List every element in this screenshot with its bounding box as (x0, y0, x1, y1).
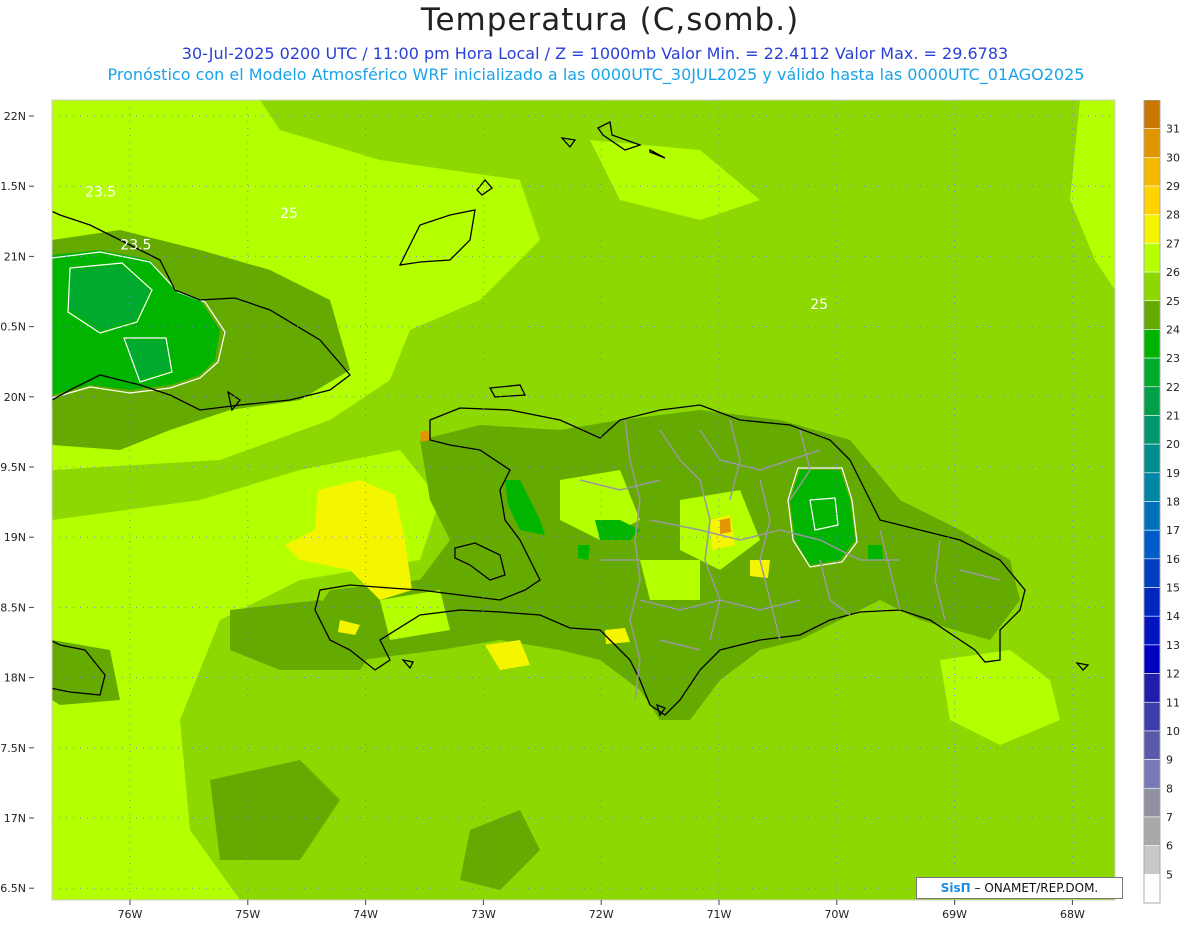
colorbar-boxes (1143, 100, 1161, 904)
colorbar-label: 16 (1166, 553, 1180, 566)
lon-tick-label: 71W (707, 908, 732, 921)
colorbar-label: 13 (1166, 639, 1180, 652)
colorbar-swatch (1143, 673, 1161, 703)
lat-tick-label: 0.5N (0, 321, 26, 334)
lon-tick-label: 68W (1060, 908, 1085, 921)
temperature-map: 23.5 25 23.5 25 22N 1.5N 21N 0.5N 20N 9.5N 19N 8.5… (0, 99, 1116, 921)
colorbar-swatch (1143, 386, 1161, 416)
colorbar-label: 14 (1166, 610, 1180, 623)
colorbar-labels: 31 30 29 28 27 26 25 24 23 22 21 20 19 18 17 16 15 14 13 12… (1166, 123, 1180, 882)
colorbar-swatch (1143, 644, 1161, 674)
colorbar-swatch (1143, 100, 1161, 129)
contour-label: 23.5 (120, 237, 151, 253)
colorbar-swatch (1143, 300, 1161, 330)
latitude-axis: 22N 1.5N 21N 0.5N 20N 9.5N 19N 8.5N 18N 7.5N 17N 6.… (0, 110, 34, 895)
colorbar-label: 20 (1166, 438, 1180, 451)
colorbar-label: 31 (1166, 123, 1180, 136)
colorbar-label: 29 (1166, 180, 1180, 193)
colorbar-label: 17 (1166, 524, 1180, 537)
colorbar-label: 8 (1166, 782, 1173, 795)
lon-tick-label: 72W (589, 908, 614, 921)
lon-tick-label: 74W (353, 908, 378, 921)
colorbar-swatch (1143, 501, 1161, 531)
lat-tick-label: 19N (4, 531, 26, 544)
credit-text: – ONAMET/REP.DOM. (974, 881, 1099, 895)
colorbar-swatch (1143, 214, 1161, 244)
colorbar-label: 12 (1166, 668, 1180, 681)
colorbar-swatch (1143, 472, 1161, 502)
colorbar-label: 27 (1166, 237, 1180, 250)
lat-tick-label: 21N (4, 250, 26, 263)
colorbar-label: 19 (1166, 467, 1180, 480)
colorbar-swatch (1143, 128, 1161, 158)
colorbar-label: 24 (1166, 323, 1180, 336)
colorbar-swatch (1143, 271, 1161, 302)
colorbar-swatch (1143, 243, 1161, 273)
colorbar-swatch (1143, 185, 1161, 216)
lat-tick-label: 20N (4, 391, 26, 404)
colorbar-swatch (1143, 157, 1161, 187)
lat-tick-label: 8.5N (0, 601, 26, 614)
lat-tick-label: 7.5N (0, 742, 26, 755)
colorbar-swatch (1143, 558, 1161, 588)
colorbar-label: 28 (1166, 209, 1180, 222)
lat-tick-label: 18N (4, 672, 26, 685)
lon-tick-label: 70W (824, 908, 849, 921)
colorbar-label: 18 (1166, 496, 1180, 509)
colorbar-label: 9 (1166, 754, 1173, 767)
colorbar-swatch (1143, 587, 1161, 617)
colorbar-label: 15 (1166, 582, 1180, 595)
colorbar-swatch (1143, 615, 1161, 646)
colorbar-swatch (1143, 874, 1161, 904)
colorbar-swatch (1143, 329, 1161, 359)
colorbar-swatch (1143, 357, 1161, 388)
colorbar-swatch (1143, 701, 1161, 732)
colorbar-swatch (1143, 845, 1161, 875)
colorbar-label: 11 (1166, 696, 1180, 709)
colorbar-label: 23 (1166, 352, 1180, 365)
lon-tick-label: 69W (942, 908, 967, 921)
lat-tick-label: 1.5N (0, 180, 26, 193)
colorbar-swatch (1143, 787, 1161, 818)
lon-tick-label: 73W (471, 908, 496, 921)
colorbar-label: 10 (1166, 725, 1180, 738)
colorbar-label: 6 (1166, 840, 1173, 853)
colorbar-label: 22 (1166, 381, 1180, 394)
credit-brand: SisΠ (940, 881, 971, 895)
credit-box: SisΠ – ONAMET/REP.DOM. (916, 877, 1123, 899)
lat-tick-label: 17N (4, 812, 26, 825)
colorbar-label: 5 (1166, 868, 1173, 881)
longitude-axis: 76W 75W 74W 73W 72W 71W 70W 69W 68W (118, 900, 1085, 921)
colorbar-label: 26 (1166, 266, 1180, 279)
lon-tick-label: 75W (235, 908, 260, 921)
colorbar: 31 30 29 28 27 26 25 24 23 22 21 20 19 18 17 16 15 14 13 12… (1143, 100, 1180, 904)
colorbar-swatch (1143, 759, 1161, 789)
colorbar-swatch (1143, 443, 1161, 474)
colorbar-label: 7 (1166, 811, 1173, 824)
colorbar-swatch (1143, 816, 1161, 846)
contour-label: 25 (280, 206, 298, 222)
colorbar-label: 21 (1166, 409, 1180, 422)
contour-label: 25 (810, 297, 828, 313)
lon-tick-label: 76W (118, 908, 143, 921)
colorbar-swatch (1143, 730, 1161, 760)
lat-tick-label: 9.5N (0, 461, 26, 474)
contour-label: 23.5 (85, 185, 116, 201)
colorbar-swatch (1143, 415, 1161, 445)
lat-tick-label: 6.5N (0, 882, 26, 895)
lat-tick-label: 22N (4, 110, 26, 123)
colorbar-label: 25 (1166, 295, 1180, 308)
colorbar-swatch (1143, 529, 1161, 560)
colorbar-label: 30 (1166, 151, 1180, 164)
